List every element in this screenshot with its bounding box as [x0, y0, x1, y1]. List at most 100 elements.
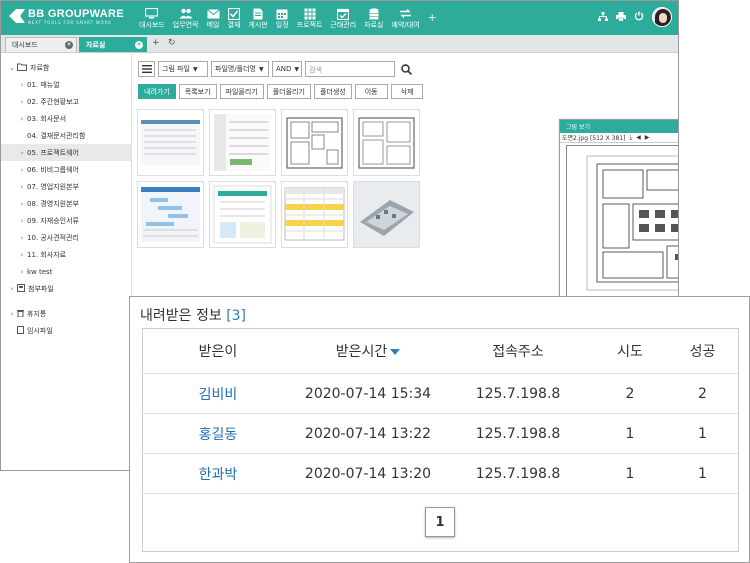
menu-mail[interactable]: 메일 — [203, 4, 224, 32]
tree-attachments[interactable]: › 첨부파일 — [1, 280, 131, 297]
tree-trash[interactable]: › 휴지통 — [1, 305, 131, 322]
tree-item[interactable]: › 02. 주간현황보고 — [1, 93, 131, 110]
menu-dashboard[interactable]: 대시보드 — [135, 4, 169, 32]
header-received-time[interactable]: 받은시간 — [293, 341, 443, 361]
download-icon[interactable]: ⤓ — [629, 134, 632, 142]
header-received-time-label: 받은시간 — [335, 344, 388, 360]
logo[interactable]: BB GROUPWARE NEXT TOOLS FOR SMART WORK — [9, 9, 124, 26]
menu-board[interactable]: 게시판 — [244, 4, 271, 32]
tab-close-icon[interactable]: ✕ — [135, 41, 143, 49]
tree-item[interactable]: › kw test — [1, 263, 131, 280]
tree-item-label: 08. 경영지원본부 — [27, 199, 79, 208]
temp-file-icon — [17, 325, 24, 336]
logic-select[interactable]: AND ▼ — [272, 61, 302, 77]
menu-approval[interactable]: 결재 — [224, 4, 245, 32]
refresh-icon[interactable]: ↻ — [168, 38, 176, 48]
menu-schedule[interactable]: 일정 — [272, 4, 293, 32]
chevron-right-icon[interactable]: › — [17, 166, 27, 174]
chevron-right-icon[interactable]: › — [17, 217, 27, 225]
avatar[interactable] — [652, 7, 672, 27]
list-view-button[interactable] — [138, 61, 155, 77]
menu-archive[interactable]: 자료실 — [360, 4, 387, 32]
chevron-right-icon[interactable]: › — [17, 115, 27, 123]
tab-close-icon[interactable]: ✕ — [65, 41, 73, 49]
tree-item[interactable]: › 07. 영업지원본부 — [1, 178, 131, 195]
tab-dashboard[interactable]: 대시보드 ✕ — [5, 37, 77, 52]
menu-reservation[interactable]: 예약/대여 — [388, 4, 424, 32]
header-tries[interactable]: 시도 — [593, 341, 667, 361]
tree-item[interactable]: › 10. 공사견적관리 — [1, 229, 131, 246]
table-header: 받은이 받은시간 접속주소 시도 성공 — [143, 329, 738, 374]
upload-file-button[interactable]: 파일올리기 — [219, 84, 264, 99]
menu-business-contact[interactable]: 업무연락 — [169, 4, 203, 32]
received-time: 2020-07-14 13:20 — [304, 465, 432, 482]
search-field-select[interactable]: 파일명/폴더명 ▼ — [211, 61, 269, 77]
chevron-right-icon[interactable]: › — [17, 81, 27, 89]
add-menu-icon[interactable]: + — [424, 4, 441, 32]
chevron-right-icon[interactable]: › — [17, 251, 27, 259]
menu-dashboard-label: 대시보드 — [139, 20, 165, 29]
file-thumbnail[interactable] — [281, 109, 348, 176]
search-button[interactable] — [398, 61, 414, 77]
menu-attendance[interactable]: 근태관리 — [326, 4, 360, 32]
tree-item[interactable]: › 01. 매뉴얼 — [1, 76, 131, 93]
page-button[interactable]: 1 — [425, 507, 455, 537]
menu-project[interactable]: 프로젝트 — [293, 4, 327, 32]
tree-item[interactable]: › 05. 프로젝트웨어 — [1, 144, 131, 161]
move-button[interactable]: 이동 — [354, 84, 388, 99]
chevron-right-icon[interactable]: › — [17, 268, 27, 276]
sort-desc-icon[interactable] — [390, 349, 401, 355]
add-tab-icon[interactable]: + — [152, 38, 160, 48]
chevron-down-icon: ▼ — [259, 65, 264, 73]
tree-item[interactable]: › 09. 자재승인서류 — [1, 212, 131, 229]
tree-item[interactable]: › 08. 경영지원본부 — [1, 195, 131, 212]
arrow-right-icon[interactable]: ▶ — [645, 134, 650, 141]
tree-root[interactable]: ⌄ 자료함 — [1, 59, 131, 76]
file-thumbnail[interactable] — [209, 181, 276, 248]
upload-folder-button[interactable]: 폴더올리기 — [266, 84, 311, 99]
chevron-right-icon[interactable]: › — [17, 149, 27, 157]
viewer-title: 그림 보기 — [566, 124, 590, 131]
action-toolbar: 내려가기 목록보기 파일올리기 폴더올리기 폴더생성 이동 삭제 — [138, 84, 424, 99]
arrow-left-icon[interactable]: ◀ — [636, 134, 641, 141]
tree-item[interactable]: › 03. 회사문서 — [1, 110, 131, 127]
header-receiver[interactable]: 받은이 — [143, 341, 293, 361]
tree-item[interactable]: › 06. 비비그룹웨어 — [1, 161, 131, 178]
file-thumbnail[interactable] — [137, 181, 204, 248]
chevron-right-icon[interactable]: › — [17, 234, 27, 242]
list-view-text-button[interactable]: 목록보기 — [178, 84, 217, 99]
top-right-tools — [598, 7, 672, 27]
tree-temp[interactable]: 임시파일 — [1, 322, 131, 339]
chevron-down-icon[interactable]: ⌄ — [7, 64, 17, 72]
file-thumbnail[interactable] — [137, 109, 204, 176]
file-thumbnail[interactable] — [209, 109, 276, 176]
file-thumbnail[interactable] — [353, 109, 420, 176]
tree-item[interactable]: 04. 결재문서관리함 — [1, 127, 131, 144]
chevron-right-icon[interactable]: › — [7, 285, 17, 293]
tree-item-label: 01. 매뉴얼 — [27, 80, 60, 89]
image-viewer-popup: 그림 보기 ✕ 도면2.jpg [512 X 381] ⤓ ◀ ▶ — [559, 119, 678, 314]
chevron-right-icon[interactable]: › — [17, 200, 27, 208]
tree-item[interactable]: › 11. 회사자료 — [1, 246, 131, 263]
file-thumbnail[interactable] — [353, 181, 420, 248]
menu-mail-label: 메일 — [206, 20, 220, 29]
tab-archive[interactable]: 자료실 ✕ — [79, 37, 147, 52]
delete-button[interactable]: 삭제 — [390, 84, 424, 99]
view-type-select[interactable]: 그림 파일 ▼ — [158, 61, 208, 77]
download-button[interactable]: 내려가기 — [138, 84, 176, 99]
power-icon[interactable] — [634, 11, 644, 23]
file-thumbnail[interactable] — [281, 181, 348, 248]
receiver-name[interactable]: 한과박 — [143, 464, 293, 484]
chevron-right-icon[interactable]: › — [17, 183, 27, 191]
logo-subtitle: NEXT TOOLS FOR SMART WORK — [28, 20, 112, 25]
header-ip[interactable]: 접속주소 — [443, 341, 593, 361]
chevron-right-icon[interactable]: › — [7, 310, 17, 318]
create-folder-button[interactable]: 폴더생성 — [313, 84, 352, 99]
receiver-name[interactable]: 홍길동 — [143, 424, 293, 444]
chevron-right-icon[interactable]: › — [17, 98, 27, 106]
search-input[interactable]: 검색 — [305, 61, 395, 77]
header-success[interactable]: 성공 — [667, 341, 738, 361]
org-chart-icon[interactable] — [598, 11, 608, 23]
print-icon[interactable] — [616, 11, 626, 23]
receiver-name[interactable]: 김비비 — [143, 384, 293, 404]
